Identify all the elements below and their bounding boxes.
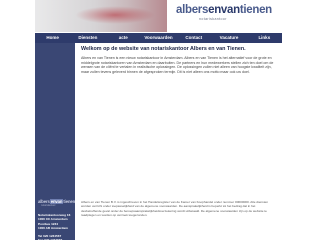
nav-item-voorwaarden[interactable]: Voorwaarden (141, 33, 176, 43)
main-nav: Home Diensten acte Voorwaarden Contact V… (35, 33, 282, 43)
page: albersenvantienen notariskantoor Home Di… (35, 0, 282, 243)
page-title: Welkom op de website van notariskantoor … (81, 46, 246, 52)
nav-item-home[interactable]: Home (35, 33, 70, 43)
sidebar-logo-tienen: tienen (63, 199, 76, 204)
header: albersenvantienen notariskantoor (35, 0, 282, 32)
nav-item-acte[interactable]: acte (106, 33, 141, 43)
header-photo (35, 0, 167, 32)
main-content: Welkom op de website van notariskantoor … (75, 43, 282, 240)
intro-paragraph: Albers en van Tienen is een nieuw notari… (81, 56, 274, 75)
legal-footer: Albers en van Tienen B.V. is ingeschreve… (81, 200, 276, 217)
sidebar: albersenvantienen notariskantoor Notaris… (35, 43, 75, 243)
sidebar-logo-envan: envan (49, 199, 64, 204)
legal-paragraph: Albers en van Tienen B.V. is ingeschreve… (81, 200, 269, 217)
sidebar-address: Notariskantoorweg 16 1000 XX Amsterdam P… (38, 213, 74, 243)
logo-text-albers: albers (176, 4, 209, 16)
site-logo[interactable]: albersenvantienen (176, 3, 272, 17)
nav-item-vacature[interactable]: Vacature (211, 33, 246, 43)
sidebar-logo-albers: albers (38, 199, 50, 204)
nav-item-diensten[interactable]: Diensten (70, 33, 105, 43)
logo-text-tienen: tienen (239, 4, 272, 16)
logo-tagline: notariskantoor (199, 17, 227, 21)
sidebar-logo: albersenvantienen (38, 199, 75, 204)
logo-text-envan: envan (208, 4, 240, 16)
fax-line: Fax 020 1234567 (38, 238, 63, 243)
sidebar-tagline: notariskantoor (41, 205, 56, 207)
intro-text: Albers en van Tienen is een nieuw notari… (81, 56, 276, 79)
nav-item-links[interactable]: Links (247, 33, 282, 43)
nav-item-contact[interactable]: Contact (176, 33, 211, 43)
